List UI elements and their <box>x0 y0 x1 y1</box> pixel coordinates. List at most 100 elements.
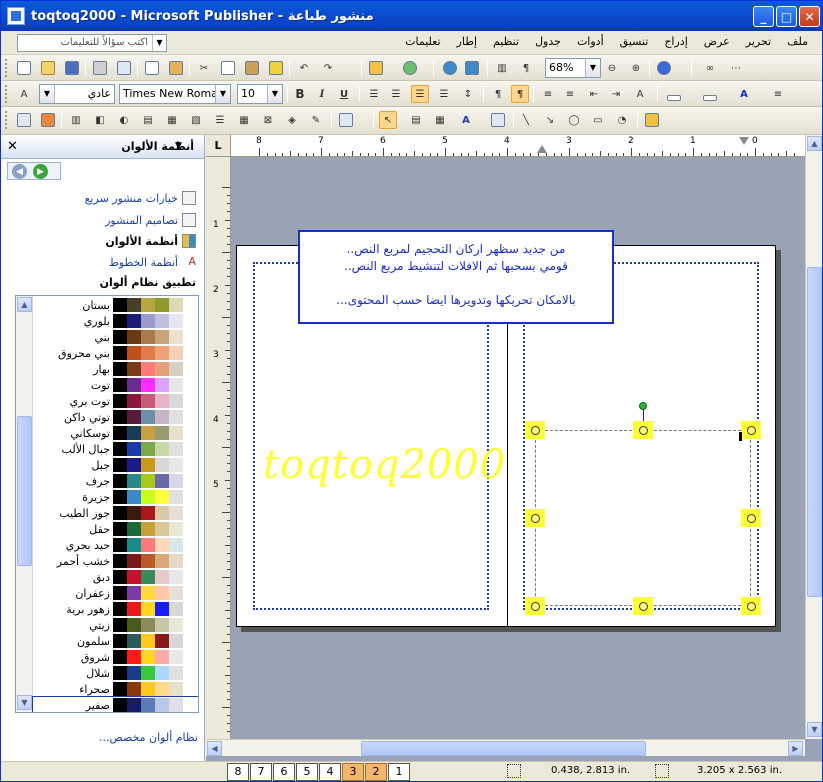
vertical-ruler[interactable]: 1 2 3 4 5 <box>206 157 231 739</box>
bold-button[interactable]: B <box>291 85 309 103</box>
link-font-schemes[interactable]: A أنظمة الخطوط <box>109 255 196 269</box>
fill-color-icon[interactable] <box>665 85 683 103</box>
color-scheme-item[interactable]: توتي داكن <box>33 409 198 425</box>
scroll-thumb[interactable] <box>807 267 822 597</box>
menu-view[interactable]: عرض <box>702 35 732 48</box>
rtl-direction-icon[interactable]: ¶ <box>511 85 529 103</box>
horizontal-lines-icon[interactable]: ☰ <box>211 111 229 129</box>
vertical-scrollbar[interactable]: ▲ ▼ <box>805 135 822 739</box>
color-scheme-item[interactable]: بهار <box>33 361 198 377</box>
bullets-icon[interactable]: ≡ <box>561 85 579 103</box>
justify-icon[interactable]: ☰ <box>435 85 453 103</box>
numbering-icon[interactable]: ≡ <box>539 85 557 103</box>
decrease-indent-icon[interactable]: ⇤ <box>585 85 603 103</box>
scroll-up-icon[interactable]: ▲ <box>807 136 822 151</box>
color-scheme-item[interactable]: حقل <box>33 521 198 537</box>
color-scheme-item[interactable]: دبق <box>33 569 198 585</box>
research-icon[interactable] <box>167 59 185 77</box>
zoom-combo[interactable]: 68% ▼ <box>545 58 601 78</box>
minimize-button[interactable]: _ <box>753 6 774 27</box>
color-scheme-item[interactable]: توت <box>33 377 198 393</box>
distribute-icon[interactable]: ▧ <box>187 111 205 129</box>
link-publication-designs[interactable]: تصاميم المنشور <box>105 213 196 227</box>
columns-left-icon[interactable]: ▥ <box>67 111 85 129</box>
horizontal-scrollbar[interactable]: ◀ ▶ <box>206 739 805 756</box>
color-scheme-item[interactable]: صفير <box>32 696 198 712</box>
link-quick-publication-options[interactable]: خيارات منشور سريع <box>85 191 196 205</box>
resize-handle-top-right[interactable] <box>741 421 761 439</box>
maximize-button[interactable]: □ <box>776 6 797 27</box>
color-scheme-item[interactable]: جبال الألب <box>33 441 198 457</box>
cut-icon[interactable]: ✂ <box>195 59 213 77</box>
font-size-combo[interactable]: 10 ▼ <box>237 84 283 104</box>
resize-handle-top-left[interactable] <box>525 421 545 439</box>
page-button-2[interactable]: 2 <box>365 763 387 781</box>
line-color-icon[interactable] <box>701 85 719 103</box>
color-scheme-list[interactable]: ▲ ▼ بستان بلوري بني بني محروق بهار توت توت بري… <box>15 295 199 713</box>
color-scheme-item[interactable]: جزيرة <box>33 489 198 505</box>
color-scheme-item[interactable]: خشب أحمر <box>33 553 198 569</box>
underline-button[interactable]: U <box>335 85 353 103</box>
color-scheme-item[interactable]: بني <box>33 329 198 345</box>
color-scheme-item[interactable]: جبل <box>33 457 198 473</box>
resize-handle-top-center[interactable] <box>633 421 653 439</box>
scroll-up-icon[interactable]: ▲ <box>17 297 32 312</box>
color-scheme-item[interactable]: بلوري <box>33 313 198 329</box>
text-box-tool-icon[interactable]: ▤ <box>407 111 425 129</box>
toolbar-grip[interactable] <box>5 85 9 103</box>
color-scheme-item[interactable]: جوز الطيب <box>33 505 198 521</box>
autoshapes-icon[interactable]: ◔ <box>613 111 631 129</box>
oval-tool-icon[interactable]: ◯ <box>565 111 583 129</box>
format-painter-icon[interactable] <box>267 59 285 77</box>
ltr-direction-icon[interactable]: ¶ <box>489 85 507 103</box>
link-color-schemes[interactable]: أنظمة الألوان <box>105 234 196 248</box>
page-button-1[interactable]: 1 <box>388 763 410 781</box>
right-indent-marker[interactable] <box>739 137 749 145</box>
font-combo[interactable]: Times New Roman ▼ <box>119 84 231 104</box>
color-scheme-item[interactable]: صحراء <box>33 681 198 697</box>
font-color-icon[interactable]: A <box>735 85 753 103</box>
text-box-shade-icon[interactable]: ▤ <box>139 111 157 129</box>
design-gallery-icon[interactable] <box>15 111 33 129</box>
line-spacing-icon[interactable]: ↕ <box>459 85 477 103</box>
task-pane-close-icon[interactable]: ✕ <box>7 139 18 154</box>
color-scheme-item[interactable]: جرف <box>33 473 198 489</box>
paint-bucket-icon[interactable]: ◈ <box>283 111 301 129</box>
line-style-icon[interactable]: ≡ <box>769 85 787 103</box>
circle-icon[interactable]: ◐ <box>115 111 133 129</box>
copy-icon[interactable] <box>219 59 237 77</box>
align-right-icon[interactable]: ☰ <box>411 85 429 103</box>
color-scheme-item[interactable]: توت بري <box>33 393 198 409</box>
align-center-icon[interactable]: ☰ <box>387 85 405 103</box>
color-scheme-item[interactable]: زهور برية <box>33 601 198 617</box>
scroll-down-icon[interactable]: ▼ <box>807 722 822 737</box>
chevron-down-icon[interactable]: ▼ <box>152 35 166 51</box>
color-scheme-item[interactable]: حيد بحري <box>33 537 198 553</box>
custom-color-scheme-link[interactable]: نظام ألوان مخصص... <box>99 731 198 744</box>
rotate-icon[interactable] <box>401 59 419 77</box>
close-button[interactable]: ✕ <box>799 6 820 27</box>
wordart-icon[interactable]: A <box>457 111 475 129</box>
print-icon[interactable] <box>91 59 109 77</box>
color-scheme-item[interactable]: بني محروق <box>33 345 198 361</box>
scroll-thumb[interactable] <box>361 741 646 756</box>
color-scheme-item[interactable]: زعفران <box>33 585 198 601</box>
color-scheme-item[interactable]: شلال <box>33 665 198 681</box>
select-pointer-icon[interactable]: ↖ <box>379 111 397 129</box>
help-search-box[interactable]: اكتب سؤالاً للتعليمات ▼ <box>17 34 167 52</box>
arrange-icon[interactable]: ▦ <box>163 111 181 129</box>
link-icon[interactable]: ∞ <box>701 59 719 77</box>
scroll-thumb[interactable] <box>17 416 32 566</box>
color-scheme-item[interactable]: توسكاني <box>33 425 198 441</box>
align-left-icon[interactable]: ☰ <box>365 85 383 103</box>
color-scheme-item[interactable]: شروق <box>33 649 198 665</box>
page-button-7[interactable]: 7 <box>250 763 272 781</box>
arrow-tool-icon[interactable]: ↘ <box>541 111 559 129</box>
increase-indent-icon[interactable]: ⇥ <box>607 85 625 103</box>
chevron-down-icon[interactable]: ▼ <box>585 59 600 77</box>
menu-help[interactable]: تعليمات <box>403 35 442 48</box>
menu-tools[interactable]: أدوات <box>575 35 606 48</box>
new-icon[interactable] <box>15 59 33 77</box>
scroll-down-icon[interactable]: ▼ <box>17 695 32 710</box>
bring-forward-icon[interactable] <box>367 59 385 77</box>
